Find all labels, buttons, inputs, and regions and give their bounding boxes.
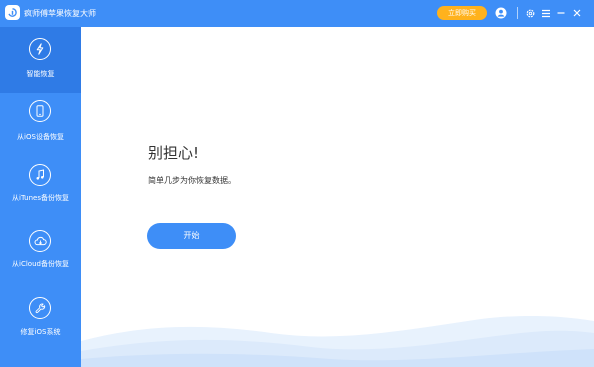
user-icon[interactable]	[493, 5, 509, 21]
cloud-icon	[29, 230, 51, 252]
buy-now-button[interactable]: 立即购买	[437, 6, 487, 20]
sidebar-item-label: 修复iOS系统	[20, 328, 61, 336]
wrench-icon	[29, 297, 51, 319]
page-heading: 别担心!	[148, 144, 200, 162]
music-note-icon	[29, 164, 51, 186]
sidebar-item-icloud-backup[interactable]: 从iCloud备份恢复	[0, 225, 81, 291]
title-bar-separator	[517, 7, 518, 19]
sidebar-item-repair-ios[interactable]: 修复iOS系统	[0, 291, 81, 357]
sidebar-item-label: 智能恢复	[26, 70, 55, 78]
minimize-icon[interactable]	[553, 5, 569, 21]
sidebar-item-smart-recovery[interactable]: 智能恢复	[0, 27, 81, 93]
sidebar-item-label: 从iCloud备份恢复	[12, 260, 69, 268]
page-subtext: 简单几步为你恢复数据。	[148, 176, 236, 185]
app-window: 疯师傅苹果恢复大师 立即购买 智能恢复 从iOS设备恢复 从iTunes备份恢复…	[0, 0, 594, 367]
decorative-waves	[81, 315, 594, 367]
lightning-icon	[29, 38, 51, 60]
sidebar: 智能恢复 从iOS设备恢复 从iTunes备份恢复 从iCloud备份恢复 修复	[0, 27, 81, 367]
sidebar-item-itunes-backup[interactable]: 从iTunes备份恢复	[0, 159, 81, 225]
settings-icon[interactable]	[522, 5, 538, 21]
app-logo-icon	[5, 5, 20, 20]
app-title: 疯师傅苹果恢复大师	[24, 9, 96, 18]
phone-icon	[29, 100, 51, 122]
sidebar-item-ios-device[interactable]: 从iOS设备恢复	[0, 93, 81, 159]
sidebar-item-label: 从iTunes备份恢复	[12, 194, 69, 202]
menu-icon[interactable]	[538, 5, 554, 21]
start-button[interactable]: 开始	[147, 223, 236, 249]
title-bar: 疯师傅苹果恢复大师 立即购买	[0, 0, 594, 27]
sidebar-item-label: 从iOS设备恢复	[17, 133, 64, 141]
close-icon[interactable]	[569, 5, 585, 21]
main-panel: 别担心! 简单几步为你恢复数据。 开始	[81, 27, 594, 367]
